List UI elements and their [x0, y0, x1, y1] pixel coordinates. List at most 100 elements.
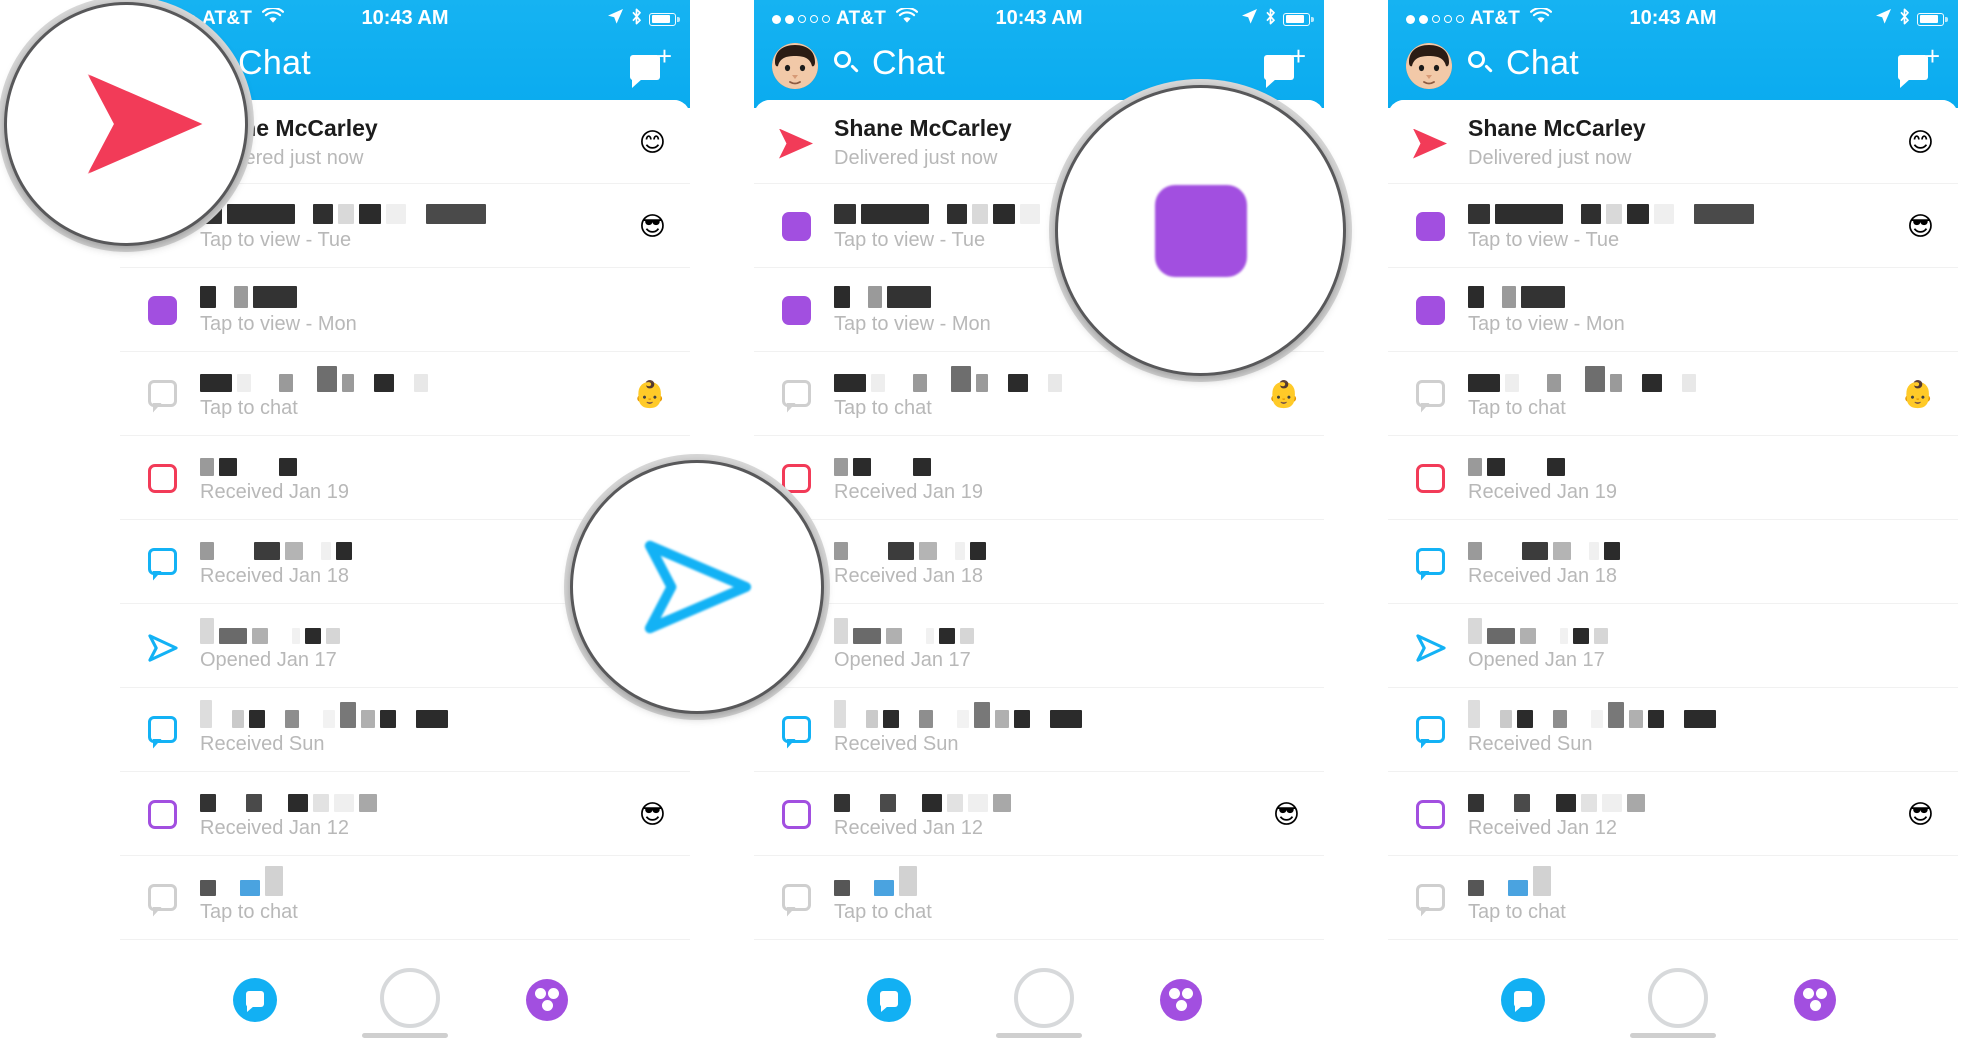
redacted-name	[834, 786, 1244, 812]
status-bar: AT&T 10:43 AM	[1388, 4, 1958, 34]
redaction-block	[1568, 204, 1576, 224]
square-outline-red-icon	[782, 463, 811, 493]
chat-list[interactable]: Shane McCarley Delivered just now 😊 Tap to …	[1388, 100, 1958, 1048]
chat-list-item[interactable]: Received Jan 19	[754, 436, 1324, 520]
chat-list-item[interactable]: Tap to chat	[754, 856, 1324, 940]
redaction-block	[1014, 710, 1030, 728]
chat-item-name: Shane McCarley	[1468, 115, 1646, 141]
redaction-block	[305, 628, 321, 644]
chat-list-item[interactable]: Received Jan 18	[754, 520, 1324, 604]
status-icon-slot	[1411, 626, 1451, 666]
chat-list-item[interactable]: Tap to chat 👶	[120, 352, 690, 436]
redaction-block	[361, 710, 375, 728]
bubble-outline-gray-icon	[1416, 883, 1445, 911]
redaction-block	[853, 628, 881, 644]
new-chat-icon[interactable]: +	[1898, 43, 1940, 86]
chat-list-item[interactable]: Opened Jan 17	[1388, 604, 1958, 688]
chat-item-status: Tap to chat	[834, 901, 932, 923]
redaction-block	[886, 628, 902, 644]
redaction-block	[237, 374, 251, 392]
chat-item-status: Tap to chat	[200, 397, 298, 419]
redaction-block	[1629, 710, 1643, 728]
redaction-block	[308, 542, 316, 560]
status-icon-slot	[143, 710, 183, 750]
redaction-block	[1556, 794, 1576, 812]
bottom-nav-bar	[1388, 952, 1958, 1048]
stories-icon[interactable]	[1160, 979, 1202, 1021]
chat-item-status: Received Jan 19	[200, 481, 349, 503]
friendship-emoji: 👶	[633, 378, 666, 409]
chat-list-item[interactable]: Received Jan 19	[1388, 436, 1958, 520]
chat-list-item[interactable]: Tap to view - Mon	[1388, 268, 1958, 352]
chat-item-status: Received Jan 18	[1468, 565, 1617, 587]
redaction-block	[219, 542, 249, 560]
search-icon[interactable]	[832, 49, 860, 77]
redaction-block	[834, 458, 848, 476]
stories-icon[interactable]	[526, 979, 568, 1021]
new-chat-icon[interactable]: +	[630, 43, 672, 86]
redacted-name	[1468, 198, 1878, 224]
new-chat-icon[interactable]: +	[1264, 43, 1306, 86]
chat-list-item[interactable]: Tap to chat	[120, 856, 690, 940]
redaction-block	[1608, 702, 1624, 728]
status-icon-slot	[777, 122, 817, 162]
bitmoji-avatar[interactable]	[1406, 43, 1452, 89]
chat-tab-icon[interactable]	[233, 978, 277, 1022]
location-arrow-icon	[607, 8, 624, 30]
chat-tab-icon[interactable]	[867, 978, 911, 1022]
redaction-block	[1627, 204, 1649, 224]
chat-list-item[interactable]: Tap to chat	[1388, 856, 1958, 940]
redaction-block	[240, 880, 260, 896]
redacted-name	[200, 366, 610, 392]
chat-list-item[interactable]: Tap to chat 👶	[1388, 352, 1958, 436]
redaction-block	[1517, 710, 1533, 728]
redaction-block	[871, 374, 885, 392]
redaction-block	[200, 880, 216, 896]
redaction-block	[957, 710, 969, 728]
redacted-name	[1468, 700, 1878, 728]
chat-list-item[interactable]: Opened Jan 17	[754, 604, 1324, 688]
chat-list-item[interactable]: Received Sun	[1388, 688, 1958, 772]
chat-item-status: Tap to chat	[834, 397, 932, 419]
redaction-block	[951, 366, 971, 392]
redaction-block	[401, 710, 411, 728]
redaction-block	[866, 710, 878, 728]
redaction-block	[993, 374, 1003, 392]
redaction-block	[313, 204, 333, 224]
redaction-block	[970, 542, 986, 560]
status-icon-slot	[1411, 542, 1451, 582]
redaction-block	[947, 794, 963, 812]
chat-list-item[interactable]: Received Sun	[120, 688, 690, 772]
redaction-block	[834, 542, 848, 560]
redaction-block	[995, 710, 1009, 728]
redaction-block	[1602, 794, 1622, 812]
chat-list-item[interactable]: Tap to view - Mon	[120, 268, 690, 352]
redaction-block	[1468, 374, 1500, 392]
stories-icon[interactable]	[1794, 979, 1836, 1021]
page-title: Chat	[1506, 44, 1580, 82]
camera-shutter-icon[interactable]	[380, 968, 440, 1028]
redaction-block	[922, 794, 942, 812]
chat-item-body: Tap to chat	[834, 866, 1244, 925]
status-bar-time: 10:43 AM	[995, 7, 1083, 29]
camera-shutter-icon[interactable]	[1648, 968, 1708, 1028]
redaction-block	[249, 710, 265, 728]
status-icon-slot	[143, 542, 183, 582]
chat-list-item[interactable]: Received Sun	[754, 688, 1324, 772]
new-chat-bubble	[1898, 55, 1928, 80]
redaction-block	[1594, 628, 1608, 644]
friendship-emoji: 👶	[1901, 378, 1934, 409]
chat-tab-icon[interactable]	[1501, 978, 1545, 1022]
redaction-block	[219, 458, 237, 476]
chat-list-item[interactable]: Received Jan 12 😎	[754, 772, 1324, 856]
chat-list-item[interactable]: Received Jan 12 😎	[120, 772, 690, 856]
redaction-block	[1468, 204, 1490, 224]
chat-list-item[interactable]: Received Jan 18	[1388, 520, 1958, 604]
redaction-block	[1604, 542, 1620, 560]
chat-list-item[interactable]: Shane McCarley Delivered just now 😊	[1388, 100, 1958, 184]
chat-list-item[interactable]: Tap to view - Tue 😎	[1388, 184, 1958, 268]
camera-shutter-icon[interactable]	[1014, 968, 1074, 1028]
chat-list-item[interactable]: Received Jan 12 😎	[1388, 772, 1958, 856]
bitmoji-avatar[interactable]	[772, 43, 818, 89]
search-icon[interactable]	[1466, 49, 1494, 77]
